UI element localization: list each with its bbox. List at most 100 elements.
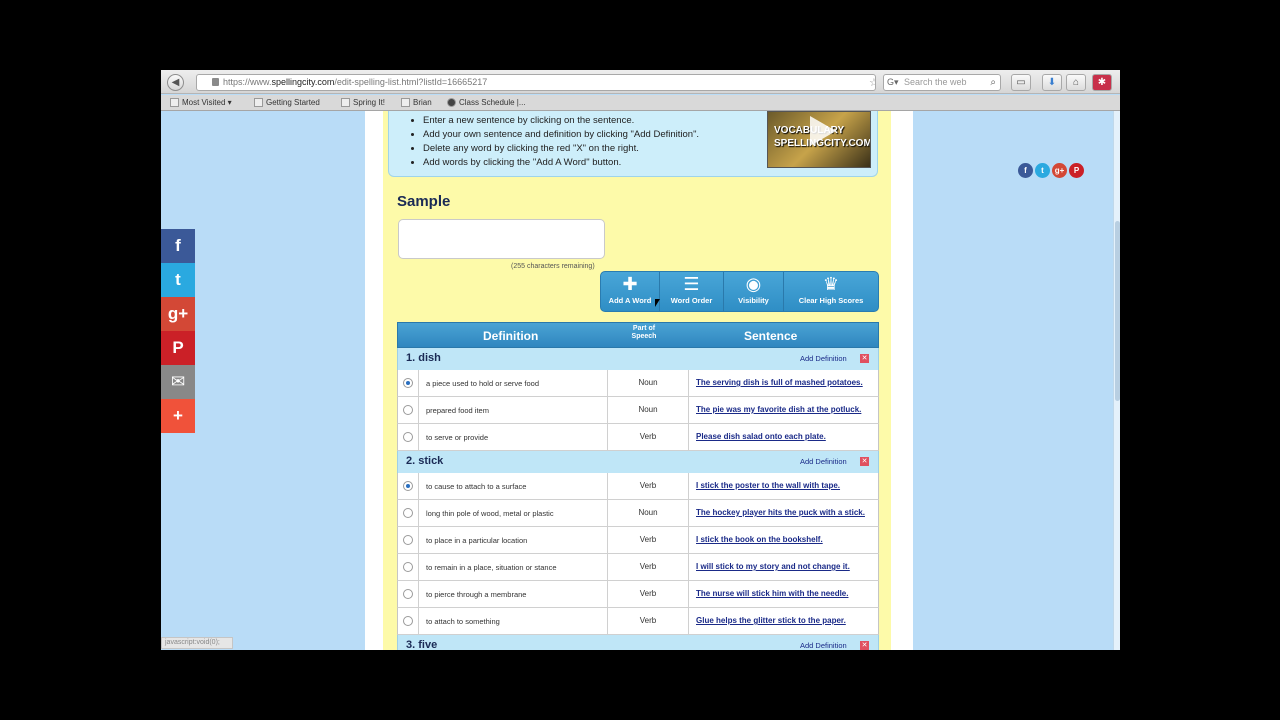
pos-cell: Verb — [607, 554, 689, 580]
google-plus-icon[interactable]: g+ — [1052, 163, 1067, 178]
radio-cell — [398, 554, 419, 580]
sentence-link[interactable]: The hockey player hits the puck with a s… — [696, 508, 865, 518]
add-definition-link[interactable]: Add Definition — [800, 457, 847, 467]
sentence-link[interactable]: Glue helps the glitter stick to the pape… — [696, 616, 846, 626]
add-definition-link[interactable]: Add Definition — [800, 641, 847, 650]
definition-radio[interactable] — [403, 432, 413, 442]
twitter-icon[interactable]: t — [161, 263, 195, 297]
bookmarks-bar: Most Visited ▾ Getting Started Spring It… — [161, 95, 1120, 111]
eye-icon: ◉ — [745, 274, 762, 294]
twitter-icon[interactable]: t — [1035, 163, 1050, 178]
sentence-link[interactable]: Please dish salad onto each plate. — [696, 432, 826, 442]
url-bar[interactable]: https://www.spellingcity.com/edit-spelli… — [196, 74, 876, 91]
instruction-item: Add words by clicking the "Add A Word" b… — [423, 156, 699, 170]
word-order-button[interactable]: ☰ Word Order — [660, 272, 724, 311]
scrollbar-thumb[interactable] — [1115, 221, 1120, 401]
definition-radio[interactable] — [403, 481, 413, 491]
definition-row[interactable]: to pierce through a membrane Verb The nurs… — [397, 581, 879, 608]
sentence-link[interactable]: I stick the poster to the wall with tape… — [696, 481, 840, 491]
more-icon[interactable]: + — [161, 399, 195, 433]
definition-radio[interactable] — [403, 405, 413, 415]
definition-row[interactable]: to cause to attach to a surface Verb I sti… — [397, 473, 879, 500]
definition-radio[interactable] — [403, 589, 413, 599]
definition-radio[interactable] — [403, 378, 413, 388]
sentence-link[interactable]: I will stick to my story and not change … — [696, 562, 850, 572]
sentence-link[interactable]: The serving dish is full of mashed potat… — [696, 378, 863, 388]
facebook-icon[interactable]: f — [1018, 163, 1033, 178]
bookmark-most-visited[interactable]: Most Visited ▾ — [170, 98, 232, 108]
url-path: /edit-spelling-list.html?listId=16665217 — [334, 77, 488, 87]
radio-cell — [398, 397, 419, 423]
page-icon — [254, 98, 263, 107]
word-group-header: 2. stick Add Definition ✕ — [397, 451, 879, 473]
pinterest-icon[interactable]: P — [1069, 163, 1084, 178]
add-definition-link[interactable]: Add Definition — [800, 354, 847, 364]
definition-radio[interactable] — [403, 508, 413, 518]
search-input[interactable]: G▾ Search the web ⌕ — [883, 74, 1001, 91]
bookmark-label: Most Visited — [182, 98, 226, 107]
sample-sentence-input[interactable] — [398, 219, 605, 259]
play-icon[interactable] — [810, 116, 836, 146]
toolbar-label: Add A Word — [608, 296, 652, 305]
toolbar-label: Word Order — [670, 296, 713, 305]
definition-radio[interactable] — [403, 616, 413, 626]
sentence-link[interactable]: The nurse will stick him with the needle… — [696, 589, 848, 599]
definition-radio[interactable] — [403, 562, 413, 572]
status-bar: javascript:void(0); — [161, 637, 233, 649]
definition-text: to serve or provide — [426, 433, 489, 442]
google-plus-icon[interactable]: g+ — [161, 297, 195, 331]
definition-radio[interactable] — [403, 535, 413, 545]
back-button[interactable]: ◀ — [167, 74, 184, 91]
definition-row[interactable]: a piece used to hold or serve food Noun Th… — [397, 370, 879, 397]
page-scrollbar[interactable] — [1113, 111, 1120, 650]
bookmark-label: Spring It! — [353, 98, 386, 107]
list-toolbar: ✚ Add A Word ☰ Word Order ◉ Visibility ♛… — [600, 271, 879, 312]
definition-row[interactable]: to serve or provide Verb Please dish salad… — [397, 424, 879, 451]
home-button[interactable]: ⌂ — [1066, 74, 1086, 91]
home-icon: ⌂ — [1072, 77, 1080, 88]
visibility-button[interactable]: ◉ Visibility — [724, 272, 784, 311]
search-engine-icon[interactable]: G▾ — [887, 75, 899, 90]
bookmark-spring-it[interactable]: Spring It! — [341, 98, 385, 108]
bookmark-class-schedule[interactable]: Class Schedule |... — [447, 98, 526, 108]
search-icon[interactable]: ⌕ — [990, 75, 996, 90]
delete-word-icon[interactable]: ✕ — [860, 457, 869, 466]
delete-word-icon[interactable]: ✕ — [860, 641, 869, 650]
toolbar-label: Visibility — [738, 296, 769, 305]
add-word-button[interactable]: ✚ Add A Word — [601, 272, 660, 311]
bookmark-getting-started[interactable]: Getting Started — [254, 98, 320, 108]
definition-row[interactable]: long thin pole of wood, metal or plastic… — [397, 500, 879, 527]
radio-cell — [398, 370, 419, 396]
part-of-speech: Verb — [639, 432, 657, 441]
download-button[interactable]: ⬇ — [1042, 74, 1062, 91]
word-title: 2. stick — [406, 455, 444, 467]
facebook-icon[interactable]: f — [161, 229, 195, 263]
pinterest-icon[interactable]: P — [161, 331, 195, 365]
definition-text: to place in a particular location — [426, 536, 528, 545]
definition-row[interactable]: to attach to something Verb Glue helps the… — [397, 608, 879, 635]
definition-text: to pierce through a membrane — [426, 590, 527, 599]
bookmark-star-icon[interactable]: ☆ — [869, 78, 875, 89]
sentence-link[interactable]: I stick the book on the bookshelf. — [696, 535, 823, 545]
sentence-link[interactable]: The pie was my favorite dish at the potl… — [696, 405, 861, 415]
url-prefix: https://www. — [223, 77, 272, 87]
definition-row[interactable]: prepared food item Noun The pie was my fav… — [397, 397, 879, 424]
definition-row[interactable]: to remain in a place, situation or stanc… — [397, 554, 879, 581]
pos-cell: Verb — [607, 424, 689, 450]
page: Enter a new sentence by clicking on the … — [161, 111, 1120, 650]
bookmark-brian[interactable]: Brian — [401, 98, 432, 108]
instructions-list: Enter a new sentence by clicking on the … — [423, 114, 699, 170]
definition-text: prepared food item — [426, 406, 489, 415]
clear-high-scores-button[interactable]: ♛ Clear High Scores — [784, 272, 878, 311]
download-icon: ⬇ — [1047, 77, 1057, 88]
radio-cell — [398, 424, 419, 450]
window-menu-button[interactable]: ▭ — [1011, 74, 1031, 91]
radio-cell — [398, 527, 419, 553]
video-thumbnail[interactable]: VOCABULARY SPELLINGCITY.COM — [767, 111, 871, 168]
definition-row[interactable]: to place in a particular location Verb I s… — [397, 527, 879, 554]
pos-cell: Noun — [607, 397, 689, 423]
pos-cell: Noun — [607, 500, 689, 526]
delete-word-icon[interactable]: ✕ — [860, 354, 869, 363]
email-icon[interactable]: ✉ — [161, 365, 195, 399]
addon-button[interactable]: ✱ — [1092, 74, 1112, 91]
